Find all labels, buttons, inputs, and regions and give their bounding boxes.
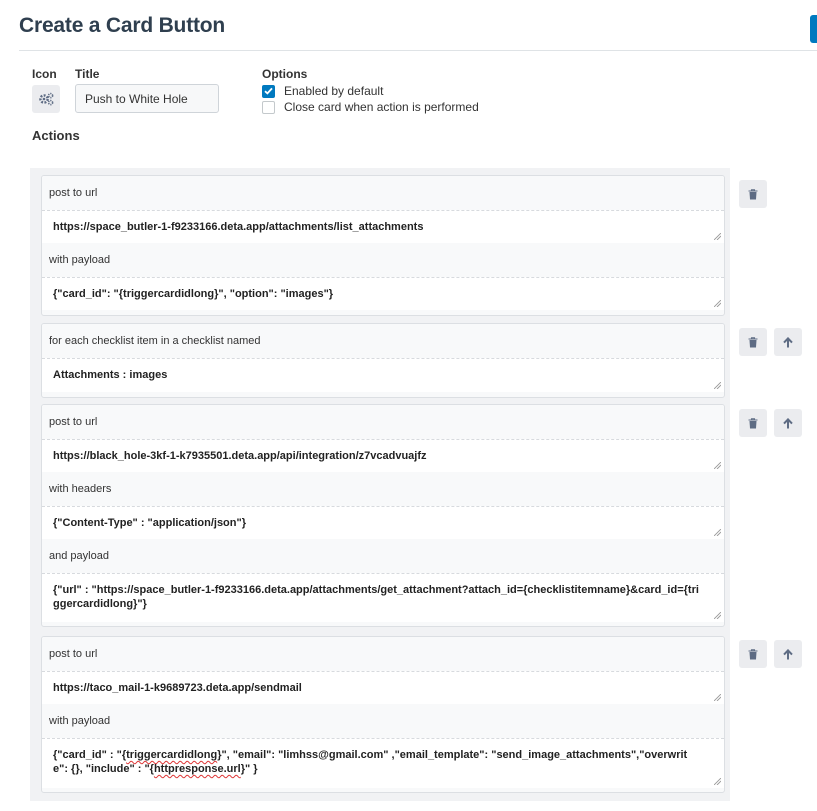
misspelled-word: triggercardidlong [126,749,218,761]
checkbox-checked[interactable] [262,84,275,98]
resize-grip-icon[interactable] [714,300,721,307]
delete-action-button[interactable] [739,180,767,208]
checkmark-icon [264,87,273,95]
resize-grip-icon[interactable] [714,462,721,469]
title-input[interactable] [75,84,219,113]
option-close-card[interactable]: Close card when action is performed [262,100,479,114]
trash-icon [748,336,758,347]
action-value-field[interactable]: https://black_hole-3kf-1-k7935501.deta.a… [42,439,724,472]
action-row-label: post to url [42,176,724,210]
move-action-up-button[interactable] [774,409,802,437]
icon-label: Icon [32,67,57,81]
title-label: Title [75,67,100,81]
arrow-up-icon [783,336,793,347]
action-value-field[interactable]: {"card_id": "{triggercardidlong}", "opti… [42,277,724,310]
resize-grip-icon[interactable] [714,233,721,240]
gears-icon [39,92,54,106]
action-value-field[interactable]: {"card_id" : "{triggercardidlong}", "ema… [42,738,724,788]
resize-grip-icon[interactable] [714,778,721,785]
side-panel-tab[interactable] [810,15,817,43]
action-row-label: with payload [42,243,724,277]
delete-action-button[interactable] [739,640,767,668]
arrow-up-icon [783,417,793,428]
action-row-label: with payload [42,704,724,738]
option-label: Enabled by default [284,84,384,98]
action-card: post to url https://space_butler-1-f9233… [41,175,725,316]
delete-action-button[interactable] [739,328,767,356]
action-row-label: post to url [42,405,724,439]
trash-icon [748,188,758,199]
action-row-label: post to url [42,637,724,671]
action-card: for each checklist item in a checklist n… [41,323,725,398]
option-label: Close card when action is performed [284,100,479,114]
resize-grip-icon[interactable] [714,382,721,389]
resize-grip-icon[interactable] [714,612,721,619]
trash-icon [748,417,758,428]
page-title: Create a Card Button [19,14,226,37]
option-enabled-by-default[interactable]: Enabled by default [262,84,383,98]
action-value-field[interactable]: Attachments : images [42,358,724,392]
checkbox-unchecked[interactable] [262,100,275,114]
actions-label: Actions [32,128,80,143]
options-label: Options [262,67,308,81]
move-action-up-button[interactable] [774,640,802,668]
action-value-field[interactable]: {"url" : "https://space_butler-1-f923316… [42,573,724,622]
action-value-field[interactable]: https://taco_mail-1-k9689723.deta.app/se… [42,671,724,704]
resize-grip-icon[interactable] [714,529,721,536]
action-card: post to url https://taco_mail-1-k9689723… [41,636,725,793]
title-divider [19,50,817,51]
move-action-up-button[interactable] [774,328,802,356]
action-value-field[interactable]: https://space_butler-1-f9233166.deta.app… [42,210,724,243]
icon-picker-button[interactable] [32,85,60,113]
arrow-up-icon [783,648,793,659]
action-row-label: with headers [42,472,724,506]
misspelled-word: httpresponse.url [153,763,241,775]
action-row-label: for each checklist item in a checklist n… [42,324,724,358]
action-card: post to url https://black_hole-3kf-1-k79… [41,404,725,627]
action-row-label: and payload [42,539,724,573]
trash-icon [748,648,758,659]
action-value-field[interactable]: {"Content-Type" : "application/json"} [42,506,724,539]
delete-action-button[interactable] [739,409,767,437]
resize-grip-icon[interactable] [714,694,721,701]
